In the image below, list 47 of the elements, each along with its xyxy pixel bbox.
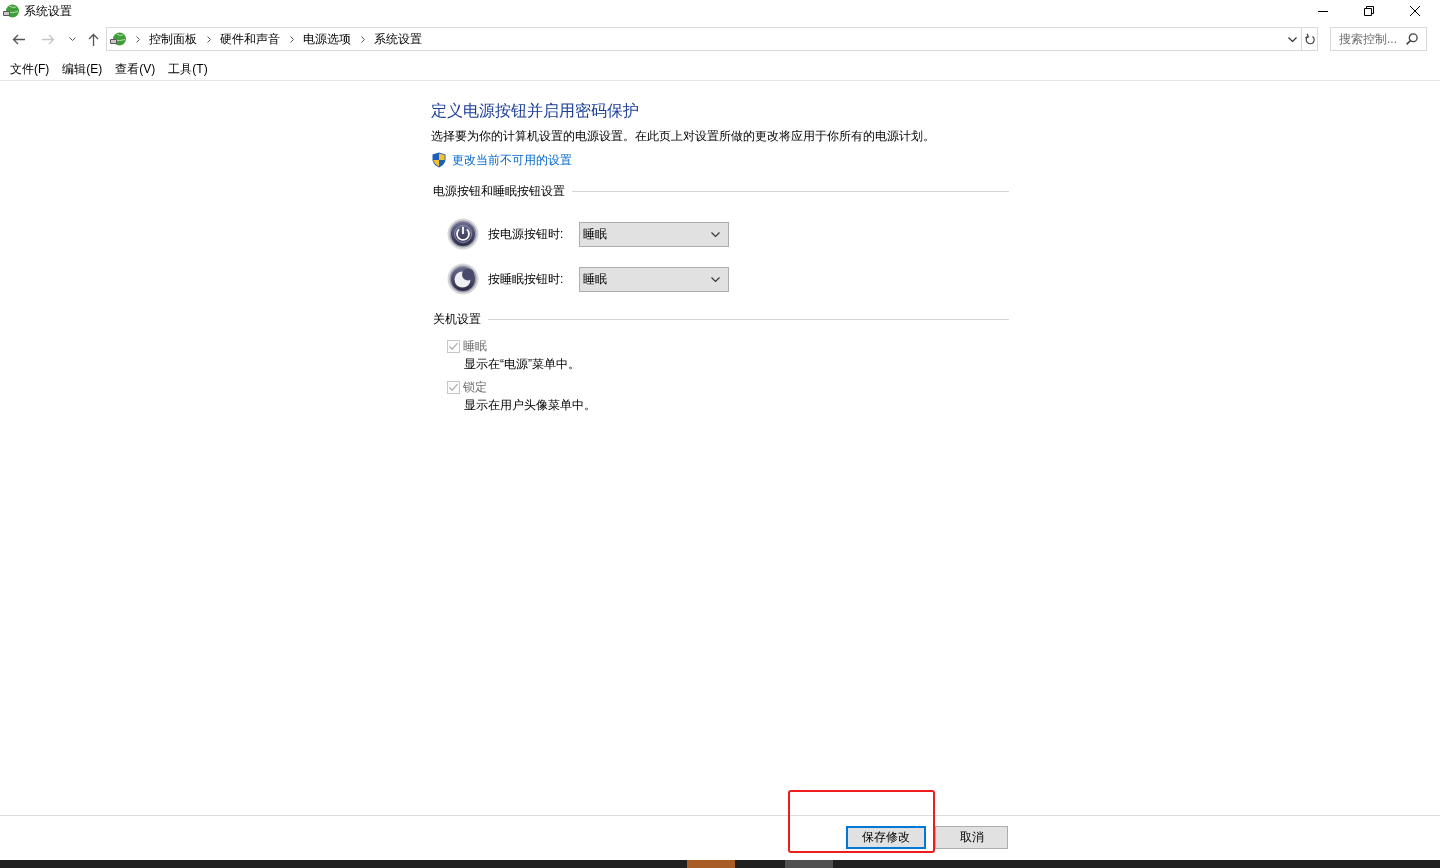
action-dropdown[interactable]: 睡眠 — [579, 221, 729, 247]
page-description: 选择要为你的计算机设置的电源设置。在此页上对设置所做的更改将应用于你所有的电源计划。 — [431, 128, 936, 145]
chevron-icon[interactable] — [361, 35, 365, 43]
breadcrumb-item[interactable]: 电源选项 — [303, 30, 351, 48]
caret-icon — [711, 231, 720, 237]
save-button[interactable]: 保存修改 — [846, 826, 926, 849]
moon-icon — [447, 263, 479, 295]
right-arrow-icon — [41, 33, 55, 45]
menu-item[interactable]: 工具(T) — [162, 58, 214, 80]
section-title: 关机设置 — [433, 311, 481, 328]
checkbox-label: 锁定 — [463, 379, 487, 396]
cancel-button[interactable]: 取消 — [935, 826, 1008, 849]
breadcrumb-item[interactable]: 硬件和声音 — [220, 30, 280, 48]
window-title: 系统设置 — [24, 2, 72, 20]
field-label: 按电源按钮时: — [488, 225, 565, 243]
minimize-icon — [1318, 10, 1328, 12]
restore-icon — [1364, 6, 1374, 16]
change-settings-link[interactable]: 更改当前不可用的设置 — [452, 151, 572, 169]
chevron-icon[interactable] — [136, 35, 140, 43]
address-bar[interactable]: 控制面板 硬件和声音 电源选项 系统设置 — [106, 27, 1318, 51]
power-icon — [447, 218, 479, 250]
shield-icon — [432, 152, 446, 168]
control-panel-icon — [3, 3, 19, 19]
search-icon — [1406, 33, 1418, 45]
search-field[interactable]: 搜索控制... — [1330, 27, 1427, 51]
chevron-icon[interactable] — [207, 35, 211, 43]
action-dropdown[interactable]: 睡眠 — [579, 266, 729, 292]
section-title: 电源按钮和睡眠按钮设置 — [433, 183, 565, 200]
chevron-icon[interactable] — [290, 35, 294, 43]
field-label: 按睡眠按钮时: — [488, 270, 565, 288]
control-panel-icon — [110, 31, 126, 47]
menu-item[interactable]: 查看(V) — [109, 58, 162, 80]
caret-icon — [68, 37, 76, 41]
page-heading: 定义电源按钮并启用密码保护 — [431, 101, 640, 121]
left-arrow-icon — [11, 33, 25, 45]
caret-icon — [711, 276, 720, 282]
checkbox-label: 睡眠 — [463, 338, 487, 355]
refresh-icon — [1304, 33, 1315, 45]
checkbox-description: 显示在“电源”菜单中。 — [463, 356, 581, 373]
breadcrumb-item[interactable]: 系统设置 — [374, 30, 422, 48]
breadcrumb-item[interactable]: 控制面板 — [149, 30, 197, 48]
menu-item[interactable]: 编辑(E) — [56, 58, 109, 80]
caret-icon — [1288, 36, 1297, 42]
up-arrow-icon — [87, 32, 99, 46]
close-icon — [1410, 6, 1420, 16]
menu-item[interactable]: 文件(F) — [4, 58, 56, 80]
checkbox-description: 显示在用户头像菜单中。 — [463, 397, 597, 414]
